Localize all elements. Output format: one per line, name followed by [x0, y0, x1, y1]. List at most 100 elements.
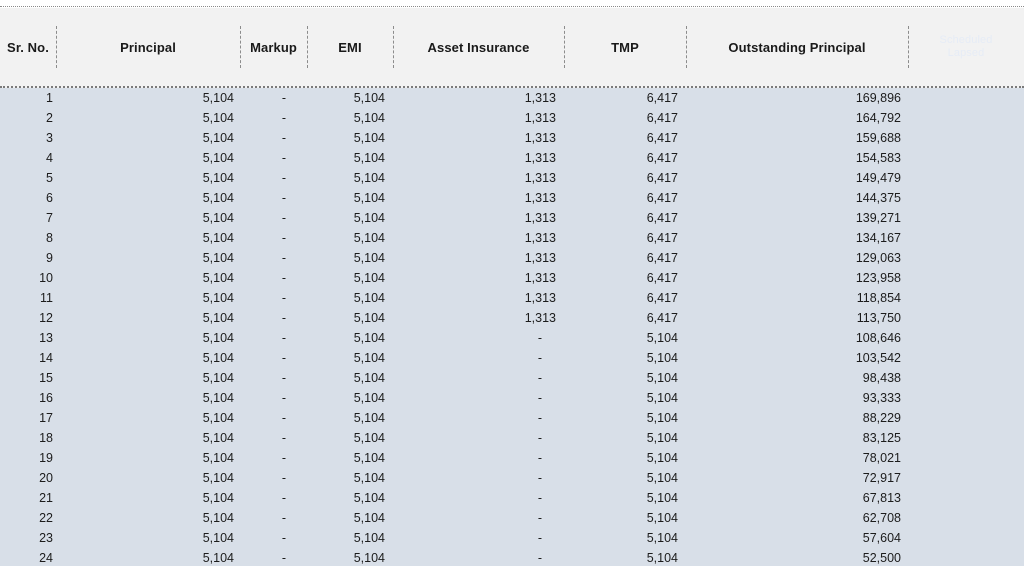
principal-cell[interactable]: 5,104	[60, 168, 234, 188]
principal-cell[interactable]: 5,104	[60, 128, 234, 148]
sr-cell[interactable]: 17	[0, 408, 53, 428]
sr-cell[interactable]: 5	[0, 168, 53, 188]
sr-cell[interactable]: 22	[0, 508, 53, 528]
emi-cell[interactable]: 5,104	[310, 208, 385, 228]
outstanding-principal-cell[interactable]: 144,375	[690, 188, 901, 208]
sr-cell[interactable]: 14	[0, 348, 53, 368]
sr-cell[interactable]: 23	[0, 528, 53, 548]
sr-cell[interactable]: 13	[0, 328, 53, 348]
outstanding-principal-cell[interactable]: 72,917	[690, 468, 901, 488]
principal-cell[interactable]: 5,104	[60, 428, 234, 448]
sr-cell[interactable]: 16	[0, 388, 53, 408]
outstanding-principal-cell[interactable]: 108,646	[690, 328, 901, 348]
asset-insurance-cell[interactable]: 1,313	[395, 88, 556, 108]
emi-cell[interactable]: 5,104	[310, 408, 385, 428]
sr-cell[interactable]: 6	[0, 188, 53, 208]
tmp-cell[interactable]: 6,417	[565, 108, 678, 128]
tmp-cell[interactable]: 5,104	[565, 548, 678, 566]
tmp-cell[interactable]: 5,104	[565, 528, 678, 548]
asset-insurance-cell[interactable]: 1,313	[395, 148, 556, 168]
emi-cell[interactable]: 5,104	[310, 348, 385, 368]
emi-cell[interactable]: 5,104	[310, 368, 385, 388]
tmp-cell[interactable]: 6,417	[565, 228, 678, 248]
outstanding-principal-cell[interactable]: 67,813	[690, 488, 901, 508]
outstanding-principal-cell[interactable]: 169,896	[690, 88, 901, 108]
emi-cell[interactable]: 5,104	[310, 548, 385, 566]
header-tmp[interactable]: TMP	[564, 8, 686, 86]
tmp-cell[interactable]: 5,104	[565, 368, 678, 388]
outstanding-principal-cell[interactable]: 88,229	[690, 408, 901, 428]
header-outstanding-principal[interactable]: Outstanding Principal	[686, 8, 908, 86]
emi-cell[interactable]: 5,104	[310, 528, 385, 548]
tmp-cell[interactable]: 6,417	[565, 288, 678, 308]
tmp-cell[interactable]: 5,104	[565, 448, 678, 468]
principal-cell[interactable]: 5,104	[60, 288, 234, 308]
asset-insurance-cell[interactable]: 1,313	[395, 108, 556, 128]
tmp-cell[interactable]: 5,104	[565, 408, 678, 428]
principal-cell[interactable]: 5,104	[60, 268, 234, 288]
principal-cell[interactable]: 5,104	[60, 468, 234, 488]
principal-cell[interactable]: 5,104	[60, 148, 234, 168]
tmp-cell[interactable]: 6,417	[565, 308, 678, 328]
principal-cell[interactable]: 5,104	[60, 228, 234, 248]
outstanding-principal-cell[interactable]: 93,333	[690, 388, 901, 408]
tmp-cell[interactable]: 6,417	[565, 188, 678, 208]
tmp-cell[interactable]: 5,104	[565, 388, 678, 408]
principal-cell[interactable]: 5,104	[60, 308, 234, 328]
emi-cell[interactable]: 5,104	[310, 168, 385, 188]
emi-cell[interactable]: 5,104	[310, 188, 385, 208]
emi-cell[interactable]: 5,104	[310, 228, 385, 248]
principal-cell[interactable]: 5,104	[60, 388, 234, 408]
emi-cell[interactable]: 5,104	[310, 428, 385, 448]
header-markup[interactable]: Markup	[240, 8, 307, 86]
emi-cell[interactable]: 5,104	[310, 108, 385, 128]
tmp-cell[interactable]: 5,104	[565, 468, 678, 488]
principal-cell[interactable]: 5,104	[60, 348, 234, 368]
asset-insurance-cell[interactable]: 1,313	[395, 248, 556, 268]
outstanding-principal-cell[interactable]: 139,271	[690, 208, 901, 228]
outstanding-principal-cell[interactable]: 118,854	[690, 288, 901, 308]
emi-cell[interactable]: 5,104	[310, 288, 385, 308]
outstanding-principal-cell[interactable]: 129,063	[690, 248, 901, 268]
emi-cell[interactable]: 5,104	[310, 268, 385, 288]
sr-cell[interactable]: 20	[0, 468, 53, 488]
outstanding-principal-cell[interactable]: 113,750	[690, 308, 901, 328]
sr-cell[interactable]: 7	[0, 208, 53, 228]
asset-insurance-cell[interactable]: 1,313	[395, 288, 556, 308]
emi-cell[interactable]: 5,104	[310, 448, 385, 468]
tmp-cell[interactable]: 6,417	[565, 168, 678, 188]
principal-cell[interactable]: 5,104	[60, 328, 234, 348]
outstanding-principal-cell[interactable]: 164,792	[690, 108, 901, 128]
principal-cell[interactable]: 5,104	[60, 528, 234, 548]
header-emi[interactable]: EMI	[307, 8, 393, 86]
sr-cell[interactable]: 8	[0, 228, 53, 248]
outstanding-principal-cell[interactable]: 123,958	[690, 268, 901, 288]
sr-cell[interactable]: 21	[0, 488, 53, 508]
emi-cell[interactable]: 5,104	[310, 148, 385, 168]
principal-cell[interactable]: 5,104	[60, 188, 234, 208]
outstanding-principal-cell[interactable]: 134,167	[690, 228, 901, 248]
emi-cell[interactable]: 5,104	[310, 128, 385, 148]
asset-insurance-cell[interactable]: 1,313	[395, 228, 556, 248]
emi-cell[interactable]: 5,104	[310, 248, 385, 268]
header-asset-insurance[interactable]: Asset Insurance	[393, 8, 564, 86]
sr-cell[interactable]: 10	[0, 268, 53, 288]
tmp-cell[interactable]: 6,417	[565, 148, 678, 168]
emi-cell[interactable]: 5,104	[310, 488, 385, 508]
sr-cell[interactable]: 12	[0, 308, 53, 328]
sr-cell[interactable]: 18	[0, 428, 53, 448]
principal-cell[interactable]: 5,104	[60, 88, 234, 108]
outstanding-principal-cell[interactable]: 154,583	[690, 148, 901, 168]
principal-cell[interactable]: 5,104	[60, 548, 234, 566]
outstanding-principal-cell[interactable]: 57,604	[690, 528, 901, 548]
emi-cell[interactable]: 5,104	[310, 88, 385, 108]
asset-insurance-cell[interactable]: 1,313	[395, 208, 556, 228]
sr-cell[interactable]: 15	[0, 368, 53, 388]
principal-cell[interactable]: 5,104	[60, 488, 234, 508]
sr-cell[interactable]: 9	[0, 248, 53, 268]
tmp-cell[interactable]: 5,104	[565, 488, 678, 508]
asset-insurance-cell[interactable]: 1,313	[395, 128, 556, 148]
outstanding-principal-cell[interactable]: 83,125	[690, 428, 901, 448]
asset-insurance-cell[interactable]: 1,313	[395, 308, 556, 328]
emi-cell[interactable]: 5,104	[310, 508, 385, 528]
